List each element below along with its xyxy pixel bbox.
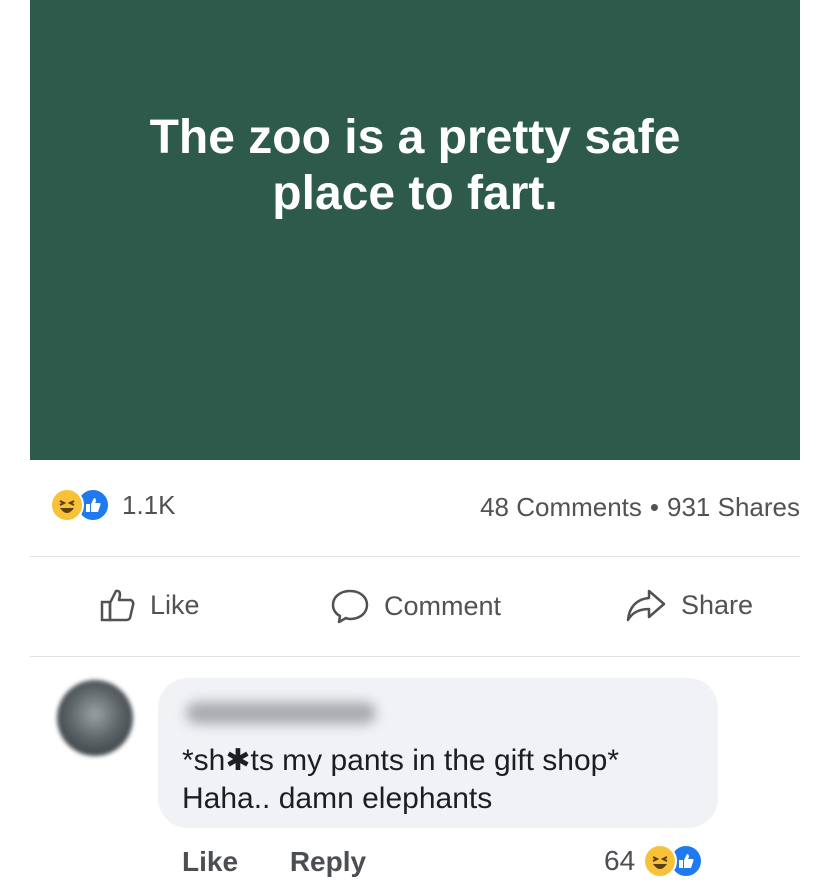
thumbs-up-icon <box>100 589 135 622</box>
reaction-summary[interactable]: 1.1K <box>50 488 176 522</box>
speech-bubble-icon <box>331 589 369 624</box>
comment-line-1: *sh✱ts my pants in the gift shop* <box>182 744 620 777</box>
comment-reaction-summary[interactable]: 64 <box>604 844 704 878</box>
separator-dot: • <box>649 492 660 522</box>
comment-reaction-count: 64 <box>604 845 636 876</box>
like-label: Like <box>150 589 200 620</box>
commenter-name-blurred[interactable] <box>186 702 376 724</box>
share-label: Share <box>681 589 754 620</box>
commenter-avatar[interactable] <box>57 680 133 756</box>
like-button[interactable]: Like <box>100 588 200 622</box>
comment-text: *sh✱ts my pants in the gift shop* Haha..… <box>182 742 619 818</box>
engagement-counts: 48 Comments • 931 Shares <box>480 492 800 523</box>
haha-reaction-icon <box>50 488 84 522</box>
divider <box>30 656 800 657</box>
share-arrow-icon <box>626 589 666 622</box>
comment-actions: Like Reply <box>182 846 410 878</box>
post-stats: 1.1K 48 Comments • 931 Shares <box>30 478 800 538</box>
post-image-text: The zoo is a pretty safe place to fart. <box>149 111 681 220</box>
share-button[interactable]: Share <box>625 588 753 622</box>
comment-button[interactable]: Comment <box>330 588 501 624</box>
haha-reaction-icon <box>643 844 678 878</box>
divider <box>30 556 800 557</box>
comment-bubble: *sh✱ts my pants in the gift shop* Haha..… <box>158 678 718 828</box>
post-image[interactable]: The zoo is a pretty safe place to fart. <box>30 0 800 460</box>
post-action-bar: Like Comment Share <box>30 570 800 650</box>
comment-label: Comment <box>384 590 502 621</box>
comment-like-button[interactable]: Like <box>182 846 238 877</box>
comment: *sh✱ts my pants in the gift shop* Haha..… <box>0 670 828 894</box>
comments-count-link[interactable]: 48 Comments <box>480 492 642 522</box>
comment-reply-button[interactable]: Reply <box>290 846 366 877</box>
comment-line-2: Haha.. damn elephants <box>182 782 493 815</box>
reaction-count: 1.1K <box>122 489 176 520</box>
shares-count-link[interactable]: 931 Shares <box>667 492 800 522</box>
